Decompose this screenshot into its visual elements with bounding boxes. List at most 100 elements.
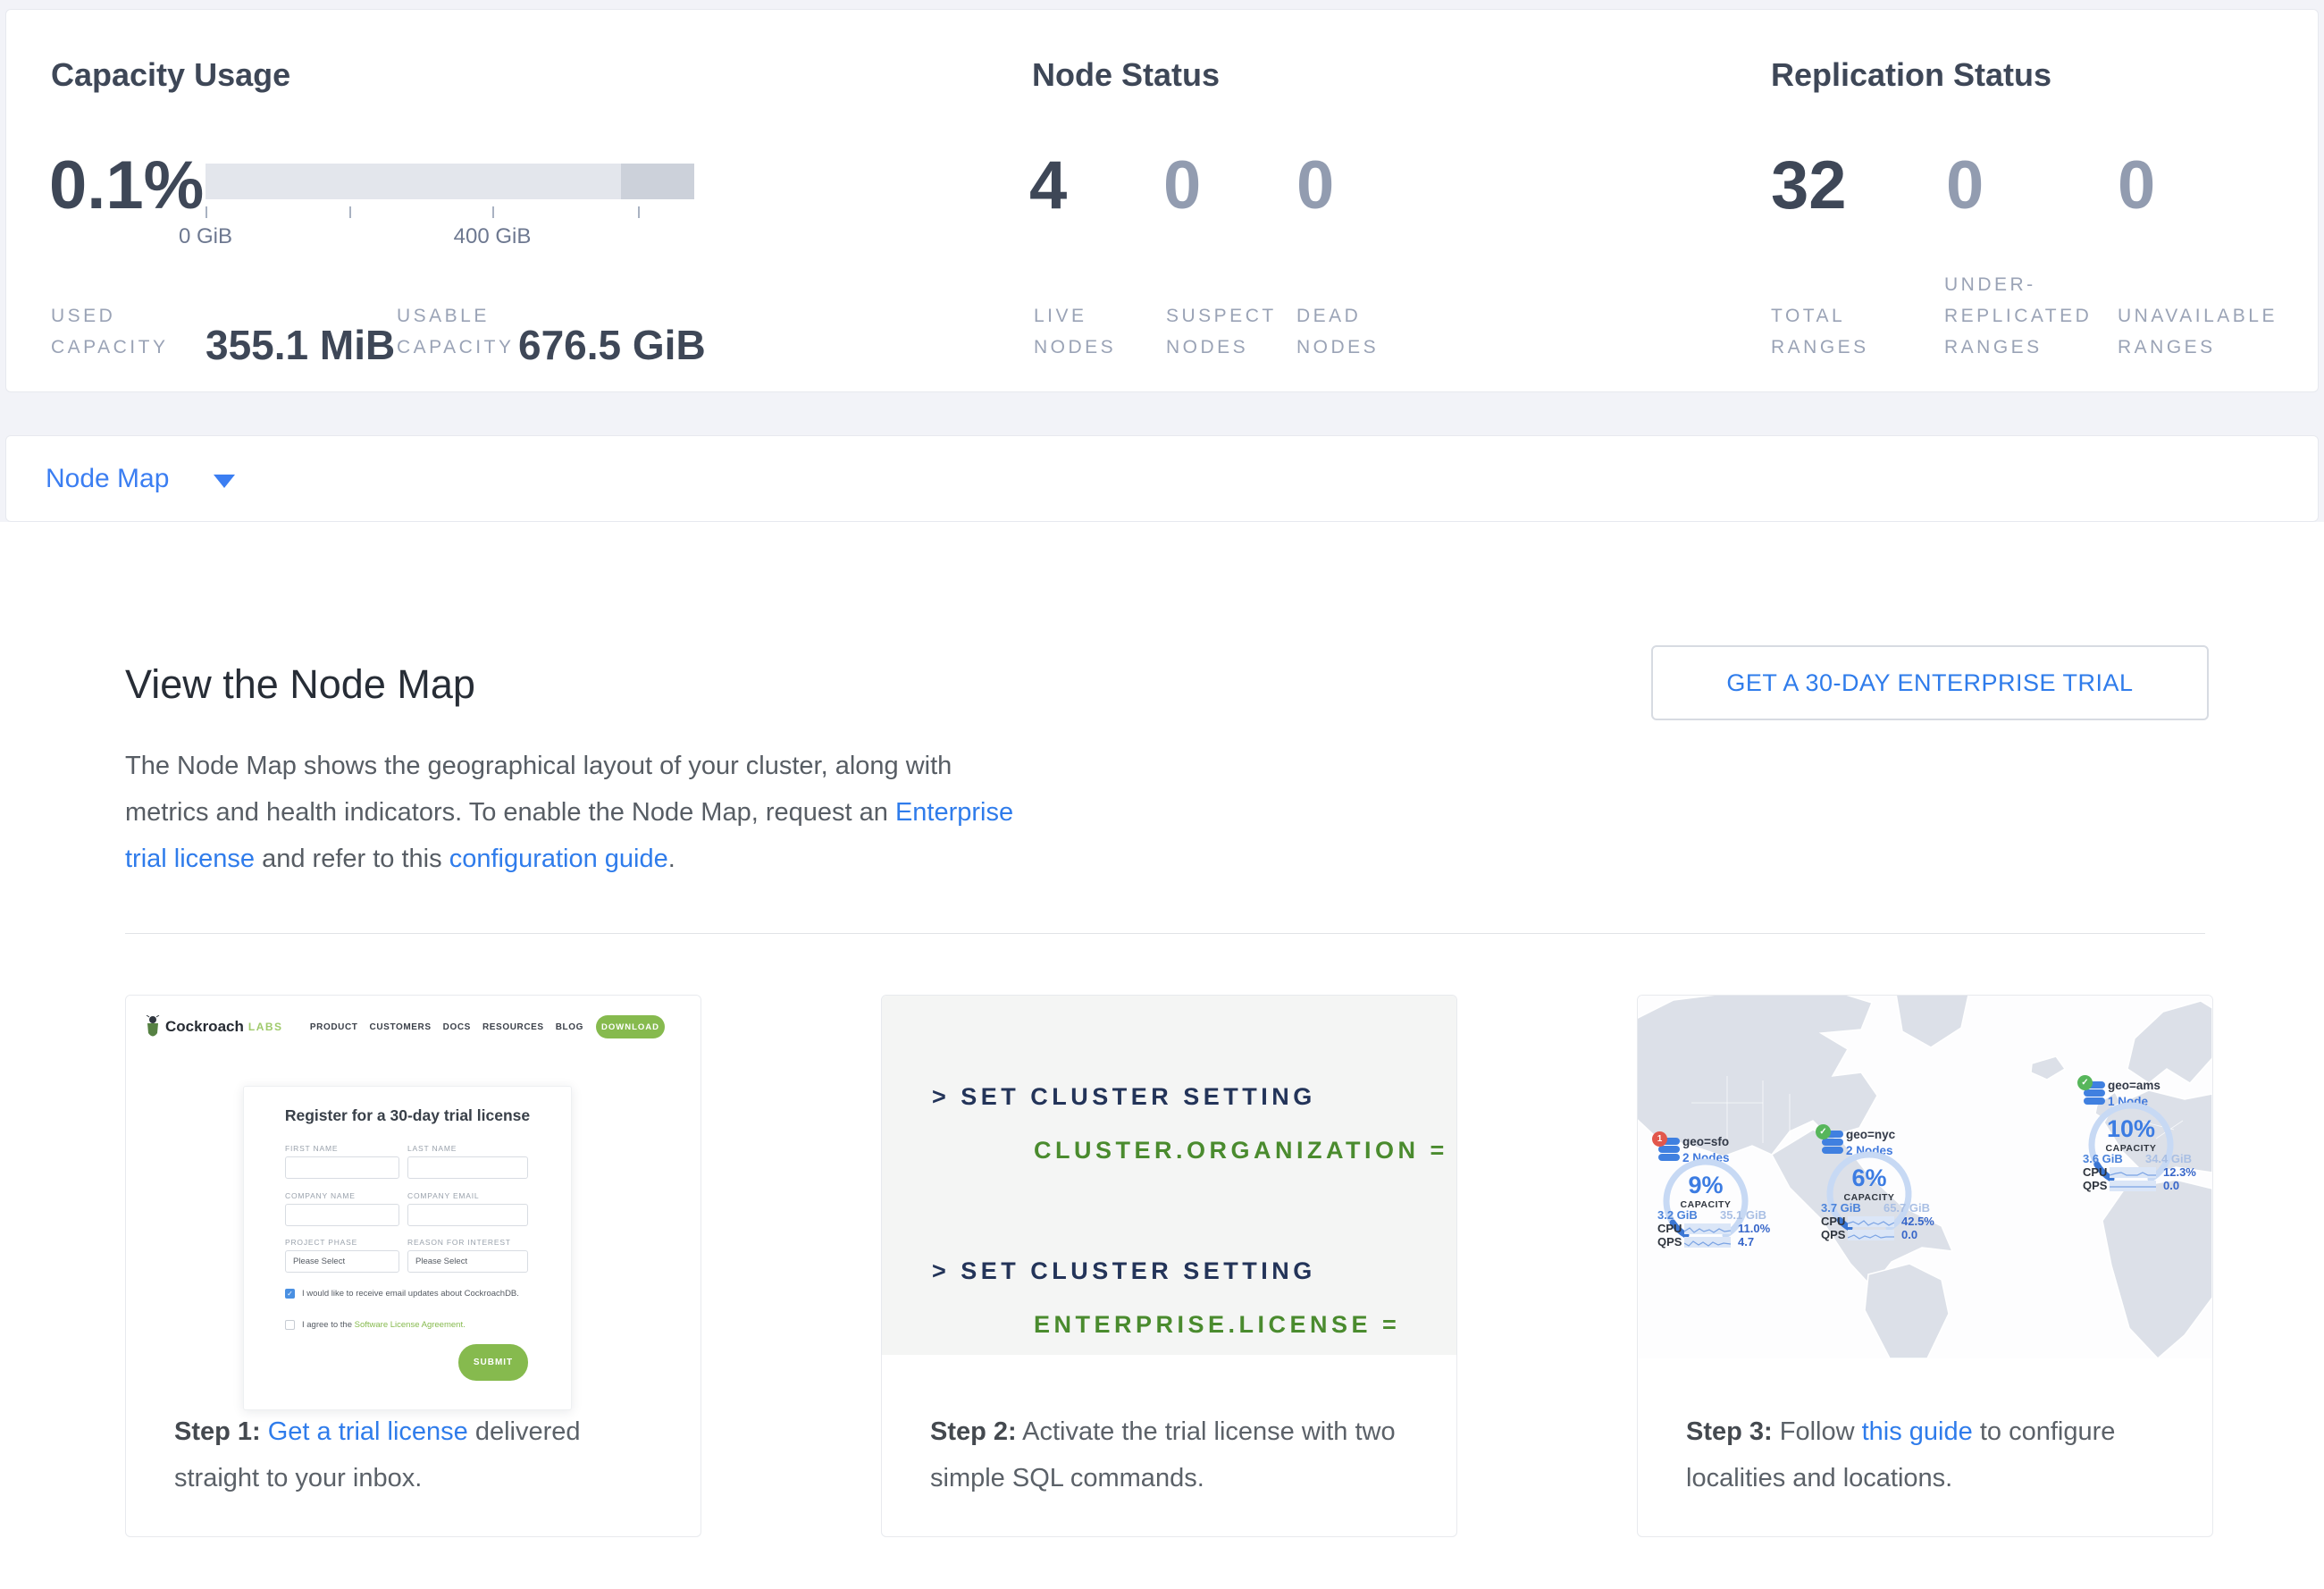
last-name-field (407, 1156, 528, 1179)
company-name-field (285, 1204, 399, 1226)
get-enterprise-trial-button[interactable]: GET A 30-DAY ENTERPRISE TRIAL (1651, 645, 2209, 720)
axis-tick-label: 0 GiB (179, 224, 232, 249)
mini-site-nav-items: PRODUCT CUSTOMERS DOCS RESOURCES BLOG (310, 1022, 583, 1032)
checkbox-checked-icon: ✓ (285, 1289, 295, 1299)
configuration-guide-link[interactable]: configuration guide (449, 845, 668, 873)
description-text: The Node Map shows the geographical layo… (125, 752, 952, 827)
view-selector-dropdown[interactable]: Node Map (5, 435, 2319, 522)
qps-sparkline (2110, 1181, 2156, 1191)
reason-select: Please Select (407, 1250, 528, 1273)
qps-sparkline (1848, 1230, 1894, 1240)
trial-registration-form: Register for a 30-day trial license FIRS… (243, 1086, 572, 1410)
cpu-metric-row: CPU 12.3% (2083, 1165, 2196, 1179)
suspect-nodes-count: 0 (1163, 151, 1201, 221)
first-name-field (285, 1156, 399, 1179)
this-guide-link[interactable]: this guide (1862, 1417, 1973, 1446)
step3-card: 1 geo=sfo 2 Nodes 9% CAPACITY 3.2 GiB35.… (1637, 995, 2213, 1537)
page-title: View the Node Map (125, 661, 475, 708)
mini-nav-docs: DOCS (443, 1022, 471, 1032)
qps-metric-row: QPS 0.0 (2083, 1179, 2179, 1192)
caret-down-icon (214, 475, 235, 488)
axis-tick (492, 206, 494, 218)
dead-nodes-count: 0 (1296, 151, 1334, 221)
get-trial-license-link[interactable]: Get a trial license (268, 1417, 468, 1446)
step1-caption: Step 1: Get a trial license delivered st… (174, 1408, 659, 1501)
qps-metric-row: QPS 0.0 (1821, 1228, 1917, 1241)
locality-name: geo=sfo (1682, 1135, 1729, 1148)
mini-nav-customers: CUSTOMERS (370, 1022, 432, 1032)
company-email-label: COMPANY EMAIL (407, 1191, 479, 1200)
node-map-preview: 1 geo=sfo 2 Nodes 9% CAPACITY 3.2 GiB35.… (1638, 996, 2212, 1358)
step2-card: > SET CLUSTER SETTING CLUSTER.ORGANIZATI… (881, 995, 1457, 1537)
used-capacity-label: USEDCAPACITY (51, 300, 168, 363)
mini-submit-button: SUBMIT (458, 1344, 528, 1381)
email-updates-checkbox-row: ✓ I would like to receive email updates … (285, 1289, 519, 1299)
under-replicated-ranges-label: UNDER-REPLICATEDRANGES (1944, 269, 2092, 363)
qps-metric-row: QPS 4.7 (1657, 1235, 1754, 1248)
project-phase-select: Please Select (285, 1250, 399, 1273)
reason-label: REASON FOR INTEREST (407, 1238, 511, 1247)
axis-tick (206, 206, 207, 218)
capacity-values: 3.7 GiB65.7 GiB (1821, 1201, 1930, 1215)
license-agreement-text: I agree to the Software License Agreemen… (302, 1320, 466, 1330)
cockroach-logo-icon (146, 1015, 160, 1039)
registration-form-title: Register for a 30-day trial license (244, 1106, 571, 1125)
qps-sparkline (1684, 1237, 1731, 1248)
description-text: . (668, 845, 675, 873)
software-license-link: Software License Agreement. (355, 1320, 466, 1330)
live-nodes-label: LIVENODES (1034, 300, 1116, 363)
cpu-sparkline (1684, 1223, 1731, 1234)
mini-download-button: DOWNLOAD (596, 1015, 665, 1038)
suspect-nodes-label: SUSPECTNODES (1166, 300, 1277, 363)
capacity-percent: 9% (1661, 1172, 1750, 1199)
section-divider (125, 933, 2205, 934)
description-text: and refer to this (255, 845, 449, 873)
dead-nodes-label: DEADNODES (1296, 300, 1379, 363)
under-replicated-ranges-count: 0 (1946, 151, 1984, 221)
capacity-percent: 6% (1825, 1164, 1914, 1192)
replication-status-title: Replication Status (1771, 56, 2051, 94)
sql-line: ENTERPRISE.LICENSE = (1034, 1311, 1400, 1339)
alert-badge-icon: 1 (1652, 1131, 1667, 1147)
sql-line: CLUSTER.ORGANIZATION = (1034, 1137, 1448, 1164)
cpu-metric-row: CPU 11.0% (1657, 1222, 1770, 1235)
sql-commands-preview: > SET CLUSTER SETTING CLUSTER.ORGANIZATI… (882, 996, 1456, 1355)
mini-nav-product: PRODUCT (310, 1022, 358, 1032)
nodemap-description: The Node Map shows the geographical layo… (125, 743, 1019, 882)
company-email-field (407, 1204, 528, 1226)
checkbox-unchecked-icon (285, 1320, 295, 1330)
step3-caption: Step 3: Follow this guide to configure l… (1686, 1408, 2171, 1501)
usable-capacity-label: USABLECAPACITY (397, 300, 514, 363)
sql-line: > SET CLUSTER SETTING (932, 1083, 1316, 1111)
sql-line: > SET CLUSTER SETTING (932, 1257, 1316, 1285)
project-phase-label: PROJECT PHASE (285, 1238, 357, 1247)
step1-card: Cockroach LABS PRODUCT CUSTOMERS DOCS RE… (125, 995, 701, 1537)
cluster-summary-panel: Capacity Usage 0.1% 0 GiB 400 GiB USEDCA… (5, 9, 2319, 392)
usable-capacity-value: 676.5 GiB (518, 324, 706, 366)
company-name-label: COMPANY NAME (285, 1191, 356, 1200)
step2-caption: Step 2: Activate the trial license with … (930, 1408, 1415, 1501)
view-selector-label[interactable]: Node Map (46, 464, 169, 494)
cpu-sparkline (1848, 1216, 1894, 1227)
enterprise-steps-cards: Cockroach LABS PRODUCT CUSTOMERS DOCS RE… (125, 995, 2213, 1537)
trial-registration-screenshot: Cockroach LABS PRODUCT CUSTOMERS DOCS RE… (126, 996, 701, 1398)
license-agreement-checkbox-row: I agree to the Software License Agreemen… (285, 1320, 466, 1330)
capacity-bar-reserved-segment (621, 164, 694, 199)
mini-site-logo-suffix: LABS (248, 1021, 283, 1033)
mini-site-navbar: Cockroach LABS PRODUCT CUSTOMERS DOCS RE… (126, 996, 701, 1049)
locality-name: geo=nyc (1846, 1128, 1895, 1141)
total-ranges-label: TOTALRANGES (1771, 300, 1869, 363)
capacity-usage-title: Capacity Usage (51, 56, 290, 94)
mini-site-logo-text: Cockroach (165, 1018, 244, 1036)
mini-nav-blog: BLOG (556, 1022, 583, 1032)
capacity-usage-bar (206, 164, 694, 199)
email-updates-text: I would like to receive email updates ab… (302, 1289, 519, 1299)
capacity-values: 3.2 GiB35.1 GiB (1657, 1208, 1766, 1222)
last-name-label: LAST NAME (407, 1144, 457, 1153)
capacity-percent: 10% (2086, 1115, 2176, 1143)
check-badge-icon: ✓ (1816, 1124, 1831, 1139)
axis-tick-label: 400 GiB (454, 224, 532, 249)
cpu-sparkline (2110, 1167, 2156, 1178)
unavailable-ranges-label: UNAVAILABLERANGES (2118, 300, 2278, 363)
axis-tick (638, 206, 640, 218)
